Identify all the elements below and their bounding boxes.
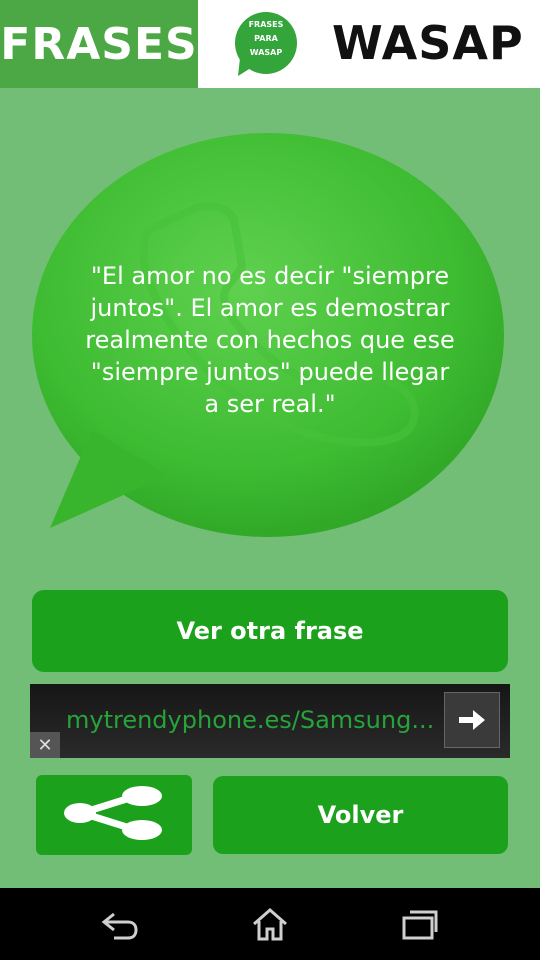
back-icon[interactable]	[100, 906, 140, 942]
header-left-panel: FRASES	[0, 0, 198, 88]
logo-line-1: FRASES	[248, 20, 284, 29]
logo-line-2: PARA	[254, 34, 278, 43]
home-icon[interactable]	[250, 906, 290, 942]
back-button[interactable]: Volver	[213, 776, 508, 854]
ad-link-text[interactable]: mytrendyphone.es/Samsung...	[66, 706, 436, 734]
close-icon[interactable]: ✕	[30, 732, 60, 758]
header-title-frases: FRASES	[0, 18, 198, 70]
next-phrase-button[interactable]: Ver otra frase	[32, 590, 508, 672]
quote-text: "El amor no es decir "siempre juntos". E…	[85, 262, 455, 418]
recents-icon[interactable]	[400, 906, 440, 942]
header-right-panel: FRASES PARA WASAP WASAP	[198, 0, 540, 88]
share-button[interactable]	[36, 775, 192, 855]
arrow-right-icon[interactable]	[444, 692, 500, 748]
ad-banner[interactable]: mytrendyphone.es/Samsung... ✕	[30, 684, 510, 758]
share-icon	[64, 786, 164, 844]
app-header: FRASES FRASES PARA WASAP WASAP	[0, 0, 540, 88]
header-title-wasap: WASAP	[332, 16, 524, 70]
logo-text: FRASES PARA WASAP	[234, 18, 298, 60]
navigation-bar	[0, 888, 540, 960]
logo-line-3: WASAP	[249, 48, 283, 57]
